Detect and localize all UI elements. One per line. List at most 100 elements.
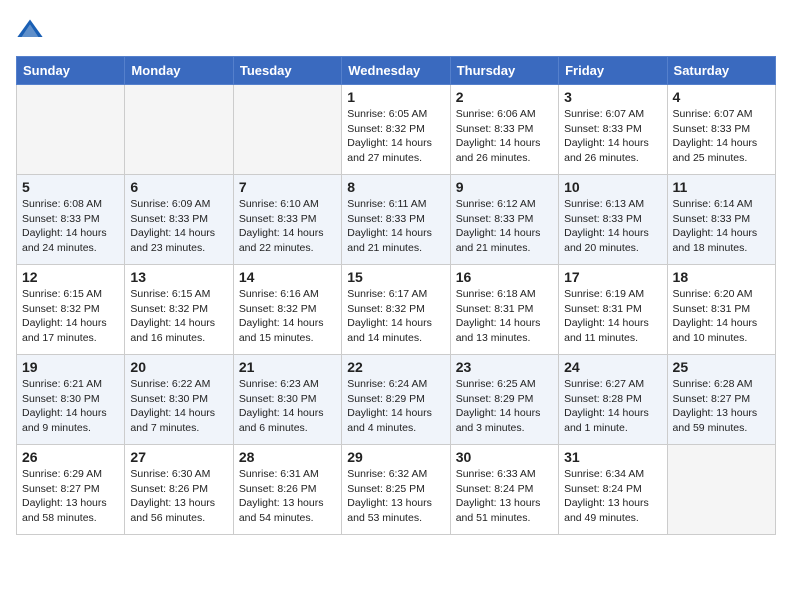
page-header <box>16 16 776 44</box>
calendar-cell: 29 Sunrise: 6:32 AMSunset: 8:25 PMDayligh… <box>342 445 450 535</box>
day-number: 20 <box>130 359 227 375</box>
day-info: Sunrise: 6:24 AMSunset: 8:29 PMDaylight:… <box>347 377 444 436</box>
calendar-cell: 4Sunrise: 6:07 AMSunset: 8:33 PMDaylight… <box>667 85 775 175</box>
day-number: 25 <box>673 359 770 375</box>
weekday-header: Saturday <box>667 57 775 85</box>
weekday-header-row: SundayMondayTuesdayWednesdayThursdayFrid… <box>17 57 776 85</box>
day-number: 14 <box>239 269 336 285</box>
day-number: 12 <box>22 269 119 285</box>
calendar-cell: 19Sunrise: 6:21 AMSunset: 8:30 PMDayligh… <box>17 355 125 445</box>
calendar-cell <box>125 85 233 175</box>
day-number: 31 <box>564 449 661 465</box>
day-info: Sunrise: 6:33 AMSunset: 8:24 PMDaylight:… <box>456 467 553 526</box>
calendar-week-row: 19Sunrise: 6:21 AMSunset: 8:30 PMDayligh… <box>17 355 776 445</box>
day-number: 29 <box>347 449 444 465</box>
day-info: Sunrise: 6:08 AMSunset: 8:33 PMDaylight:… <box>22 197 119 256</box>
calendar-cell: 23 Sunrise: 6:25 AMSunset: 8:29 PMDayligh… <box>450 355 558 445</box>
calendar-week-row: 26 Sunrise: 6:29 AMSunset: 8:27 PMDayligh… <box>17 445 776 535</box>
calendar-cell: 16 Sunrise: 6:18 AMSunset: 8:31 PMDayligh… <box>450 265 558 355</box>
day-info: Sunrise: 6:29 AMSunset: 8:27 PMDaylight:… <box>22 467 119 526</box>
weekday-header: Friday <box>559 57 667 85</box>
day-number: 16 <box>456 269 553 285</box>
day-info: Sunrise: 6:17 AMSunset: 8:32 PMDaylight:… <box>347 287 444 346</box>
day-info: Sunrise: 6:18 AMSunset: 8:31 PMDaylight:… <box>456 287 553 346</box>
calendar-cell: 26 Sunrise: 6:29 AMSunset: 8:27 PMDayligh… <box>17 445 125 535</box>
day-number: 13 <box>130 269 227 285</box>
day-number: 26 <box>22 449 119 465</box>
calendar-cell: 24 Sunrise: 6:27 AMSunset: 8:28 PMDayligh… <box>559 355 667 445</box>
calendar-cell: 9 Sunrise: 6:12 AMSunset: 8:33 PMDaylight… <box>450 175 558 265</box>
day-info: Sunrise: 6:23 AMSunset: 8:30 PMDaylight:… <box>239 377 336 436</box>
day-number: 28 <box>239 449 336 465</box>
day-info: Sunrise: 6:15 AMSunset: 8:32 PMDaylight:… <box>130 287 227 346</box>
day-info: Sunrise: 6:31 AMSunset: 8:26 PMDaylight:… <box>239 467 336 526</box>
calendar-week-row: 5 Sunrise: 6:08 AMSunset: 8:33 PMDaylight… <box>17 175 776 265</box>
day-info: Sunrise: 6:32 AMSunset: 8:25 PMDaylight:… <box>347 467 444 526</box>
calendar-cell: 21 Sunrise: 6:23 AMSunset: 8:30 PMDayligh… <box>233 355 341 445</box>
day-info: Sunrise: 6:22 AMSunset: 8:30 PMDaylight:… <box>130 377 227 436</box>
calendar-table: SundayMondayTuesdayWednesdayThursdayFrid… <box>16 56 776 535</box>
day-number: 11 <box>673 179 770 195</box>
weekday-header: Sunday <box>17 57 125 85</box>
day-info: Sunrise: 6:27 AMSunset: 8:28 PMDaylight:… <box>564 377 661 436</box>
day-info: Sunrise: 6:20 AMSunset: 8:31 PMDaylight:… <box>673 287 770 346</box>
day-number: 30 <box>456 449 553 465</box>
day-number: 17 <box>564 269 661 285</box>
day-number: 24 <box>564 359 661 375</box>
day-info: Sunrise: 6:10 AMSunset: 8:33 PMDaylight:… <box>239 197 336 256</box>
calendar-cell: 13 Sunrise: 6:15 AMSunset: 8:32 PMDayligh… <box>125 265 233 355</box>
day-info: Sunrise: 6:19 AMSunset: 8:31 PMDaylight:… <box>564 287 661 346</box>
calendar-cell: 17 Sunrise: 6:19 AMSunset: 8:31 PMDayligh… <box>559 265 667 355</box>
calendar-cell: 18 Sunrise: 6:20 AMSunset: 8:31 PMDayligh… <box>667 265 775 355</box>
calendar-week-row: 12 Sunrise: 6:15 AMSunset: 8:32 PMDayligh… <box>17 265 776 355</box>
day-info: Sunrise: 6:09 AMSunset: 8:33 PMDaylight:… <box>130 197 227 256</box>
calendar-cell: 14Sunrise: 6:16 AMSunset: 8:32 PMDayligh… <box>233 265 341 355</box>
day-number: 23 <box>456 359 553 375</box>
day-number: 9 <box>456 179 553 195</box>
day-info: Sunrise: 6:28 AMSunset: 8:27 PMDaylight:… <box>673 377 770 436</box>
calendar-cell: 15 Sunrise: 6:17 AMSunset: 8:32 PMDayligh… <box>342 265 450 355</box>
day-number: 2 <box>456 89 553 105</box>
calendar-cell: 1 Sunrise: 6:05 AMSunset: 8:32 PMDaylight… <box>342 85 450 175</box>
day-number: 21 <box>239 359 336 375</box>
day-info: Sunrise: 6:34 AMSunset: 8:24 PMDaylight:… <box>564 467 661 526</box>
day-info: Sunrise: 6:05 AMSunset: 8:32 PMDaylight:… <box>347 107 444 166</box>
day-info: Sunrise: 6:07 AMSunset: 8:33 PMDaylight:… <box>673 107 770 166</box>
day-number: 8 <box>347 179 444 195</box>
day-number: 18 <box>673 269 770 285</box>
day-info: Sunrise: 6:06 AMSunset: 8:33 PMDaylight:… <box>456 107 553 166</box>
day-info: Sunrise: 6:30 AMSunset: 8:26 PMDaylight:… <box>130 467 227 526</box>
calendar-cell: 11 Sunrise: 6:14 AMSunset: 8:33 PMDayligh… <box>667 175 775 265</box>
day-number: 3 <box>564 89 661 105</box>
day-number: 10 <box>564 179 661 195</box>
calendar-cell: 6 Sunrise: 6:09 AMSunset: 8:33 PMDaylight… <box>125 175 233 265</box>
day-number: 19 <box>22 359 119 375</box>
day-info: Sunrise: 6:11 AMSunset: 8:33 PMDaylight:… <box>347 197 444 256</box>
calendar-cell: 2 Sunrise: 6:06 AMSunset: 8:33 PMDaylight… <box>450 85 558 175</box>
day-info: Sunrise: 6:12 AMSunset: 8:33 PMDaylight:… <box>456 197 553 256</box>
calendar-cell <box>17 85 125 175</box>
calendar-cell: 20 Sunrise: 6:22 AMSunset: 8:30 PMDayligh… <box>125 355 233 445</box>
calendar-cell <box>667 445 775 535</box>
logo <box>16 16 46 44</box>
day-number: 15 <box>347 269 444 285</box>
day-number: 6 <box>130 179 227 195</box>
day-info: Sunrise: 6:14 AMSunset: 8:33 PMDaylight:… <box>673 197 770 256</box>
calendar-cell: 3Sunrise: 6:07 AMSunset: 8:33 PMDaylight… <box>559 85 667 175</box>
day-number: 5 <box>22 179 119 195</box>
day-number: 7 <box>239 179 336 195</box>
weekday-header: Wednesday <box>342 57 450 85</box>
calendar-cell: 22 Sunrise: 6:24 AMSunset: 8:29 PMDayligh… <box>342 355 450 445</box>
day-number: 22 <box>347 359 444 375</box>
calendar-cell: 27Sunrise: 6:30 AMSunset: 8:26 PMDayligh… <box>125 445 233 535</box>
logo-icon <box>16 16 44 44</box>
day-number: 1 <box>347 89 444 105</box>
calendar-cell: 10 Sunrise: 6:13 AMSunset: 8:33 PMDayligh… <box>559 175 667 265</box>
calendar-cell: 31 Sunrise: 6:34 AMSunset: 8:24 PMDayligh… <box>559 445 667 535</box>
calendar-cell <box>233 85 341 175</box>
calendar-cell: 28 Sunrise: 6:31 AMSunset: 8:26 PMDayligh… <box>233 445 341 535</box>
day-info: Sunrise: 6:13 AMSunset: 8:33 PMDaylight:… <box>564 197 661 256</box>
calendar-cell: 7 Sunrise: 6:10 AMSunset: 8:33 PMDaylight… <box>233 175 341 265</box>
weekday-header: Monday <box>125 57 233 85</box>
day-info: Sunrise: 6:25 AMSunset: 8:29 PMDaylight:… <box>456 377 553 436</box>
